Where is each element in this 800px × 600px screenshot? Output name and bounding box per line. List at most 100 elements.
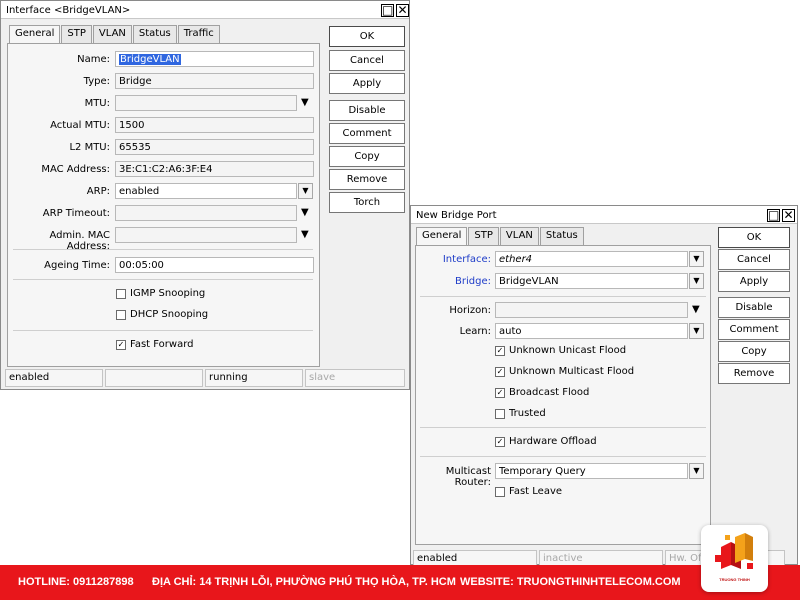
learn-select[interactable]: auto (495, 323, 688, 339)
disable-button[interactable]: Disable (329, 100, 405, 121)
divider (13, 279, 313, 280)
trusted-checkbox[interactable] (495, 409, 505, 419)
tab-stp[interactable]: STP (468, 227, 499, 245)
broadcast-flood-label: Broadcast Flood (509, 387, 590, 398)
horizon-dropdown-icon[interactable]: ▼ (692, 303, 700, 317)
comment-button[interactable]: Comment (718, 319, 790, 340)
bridge-dropdown-icon[interactable]: ▼ (689, 273, 704, 289)
copy-button[interactable]: Copy (329, 146, 405, 167)
status-enabled: enabled (5, 369, 103, 387)
hardware-offload-checkbox[interactable]: ✓ (495, 437, 505, 447)
interface-window-titlebar[interactable]: Interface <BridgeVLAN> □ ✕ (1, 1, 409, 19)
mtu-dropdown-icon[interactable]: ▼ (301, 96, 309, 110)
divider (420, 427, 706, 428)
divider (13, 249, 313, 250)
remove-button[interactable]: Remove (718, 363, 790, 384)
learn-dropdown-icon[interactable]: ▼ (689, 323, 704, 339)
name-field[interactable]: BridgeVLAN (115, 51, 314, 67)
divider (420, 456, 706, 457)
bridge-port-titlebar[interactable]: New Bridge Port □ ✕ (411, 206, 797, 224)
fast-forward-checkbox[interactable]: ✓ (116, 340, 126, 350)
horizon-label: Horizon: (449, 305, 491, 316)
interface-dropdown-icon[interactable]: ▼ (689, 251, 704, 267)
status-slave: slave (305, 369, 405, 387)
bridge-label[interactable]: Bridge: (455, 276, 491, 287)
arp-select[interactable]: enabled (115, 183, 297, 199)
interface-select[interactable]: ether4 (495, 251, 688, 267)
unknown-unicast-flood-label: Unknown Unicast Flood (509, 345, 627, 356)
status-running: running (205, 369, 303, 387)
apply-button[interactable]: Apply (329, 73, 405, 94)
tab-status[interactable]: Status (539, 227, 584, 245)
apply-button[interactable]: Apply (718, 271, 790, 292)
disable-button[interactable]: Disable (718, 297, 790, 318)
type-label: Type: (83, 76, 110, 87)
logo-icon (715, 533, 753, 569)
arp-timeout-label: ARP Timeout: (42, 208, 110, 219)
comment-button[interactable]: Comment (329, 123, 405, 144)
general-panel: Name: BridgeVLAN Type: Bridge MTU: ▼ Act… (7, 43, 320, 367)
l2mtu-field: 65535 (115, 139, 314, 155)
close-icon[interactable]: ✕ (396, 4, 409, 17)
mtu-field[interactable] (115, 95, 297, 111)
name-label: Name: (77, 54, 110, 65)
multicast-router-label: Multicast Router: (445, 466, 491, 488)
arp-timeout-field[interactable] (115, 205, 297, 221)
cancel-button[interactable]: Cancel (329, 50, 405, 71)
igmp-snooping-checkbox[interactable] (116, 289, 126, 299)
interface-window: Interface <BridgeVLAN> □ ✕ General STP V… (0, 0, 410, 390)
close-icon[interactable]: ✕ (782, 209, 795, 222)
unknown-multicast-flood-checkbox[interactable]: ✓ (495, 367, 505, 377)
interface-label[interactable]: Interface: (443, 254, 491, 265)
logo-text: TRUONG THINH (719, 577, 750, 582)
type-field: Bridge (115, 73, 314, 89)
unknown-unicast-flood-checkbox[interactable]: ✓ (495, 346, 505, 356)
bridge-port-general-panel: Interface: ether4 ▼ Bridge: BridgeVLAN ▼… (415, 245, 711, 545)
hardware-offload-label: Hardware Offload (509, 436, 597, 447)
tab-vlan[interactable]: VLAN (92, 25, 132, 43)
fast-leave-checkbox[interactable] (495, 487, 505, 497)
dhcp-snooping-checkbox[interactable] (116, 310, 126, 320)
remove-button[interactable]: Remove (329, 169, 405, 190)
tab-traffic[interactable]: Traffic (177, 25, 220, 43)
tab-status[interactable]: Status (132, 25, 177, 43)
actual-mtu-field: 1500 (115, 117, 314, 133)
admin-mac-field[interactable] (115, 227, 297, 243)
arp-dropdown-icon[interactable]: ▼ (298, 183, 313, 199)
website-text: WEBSITE: TRUONGTHINHTELECOM.COM (460, 576, 681, 588)
multicast-router-dropdown-icon[interactable]: ▼ (689, 463, 704, 479)
footer-banner: HOTLINE: 0911287898 ĐỊA CHỈ: 14 TRỊNH LỖ… (0, 565, 800, 600)
arp-label: ARP: (86, 186, 110, 197)
maximize-icon[interactable]: □ (381, 4, 394, 17)
status-empty (105, 369, 203, 387)
address-text: ĐỊA CHỈ: 14 TRỊNH LỖI, PHƯỜNG PHÚ THỌ HÒ… (152, 576, 456, 588)
tab-stp[interactable]: STP (61, 25, 92, 43)
arp-timeout-dropdown-icon[interactable]: ▼ (301, 206, 309, 220)
learn-label: Learn: (459, 326, 491, 337)
mac-address-field: 3E:C1:C2:A6:3F:E4 (115, 161, 314, 177)
tab-general[interactable]: General (416, 227, 468, 245)
ok-button[interactable]: OK (329, 26, 405, 47)
hotline-text: HOTLINE: 0911287898 (18, 576, 134, 588)
tab-bar: General STP VLAN Status (416, 227, 585, 245)
company-logo: TRUONG THINH (701, 525, 768, 592)
torch-button[interactable]: Torch (329, 192, 405, 213)
mac-address-label: MAC Address: (41, 164, 110, 175)
dhcp-snooping-label: DHCP Snooping (130, 309, 209, 320)
actual-mtu-label: Actual MTU: (50, 120, 110, 131)
tab-vlan[interactable]: VLAN (499, 227, 539, 245)
maximize-icon[interactable]: □ (767, 209, 780, 222)
copy-button[interactable]: Copy (718, 341, 790, 362)
horizon-field[interactable] (495, 302, 688, 318)
multicast-router-select[interactable]: Temporary Query (495, 463, 688, 479)
ok-button[interactable]: OK (718, 227, 790, 248)
cancel-button[interactable]: Cancel (718, 249, 790, 270)
broadcast-flood-checkbox[interactable]: ✓ (495, 388, 505, 398)
fast-forward-label: Fast Forward (130, 339, 194, 350)
ageing-time-field[interactable]: 00:05:00 (115, 257, 314, 273)
bridge-select[interactable]: BridgeVLAN (495, 273, 688, 289)
window-title: New Bridge Port (416, 210, 497, 221)
mtu-label: MTU: (84, 98, 110, 109)
admin-mac-dropdown-icon[interactable]: ▼ (301, 228, 309, 242)
tab-general[interactable]: General (9, 25, 61, 43)
